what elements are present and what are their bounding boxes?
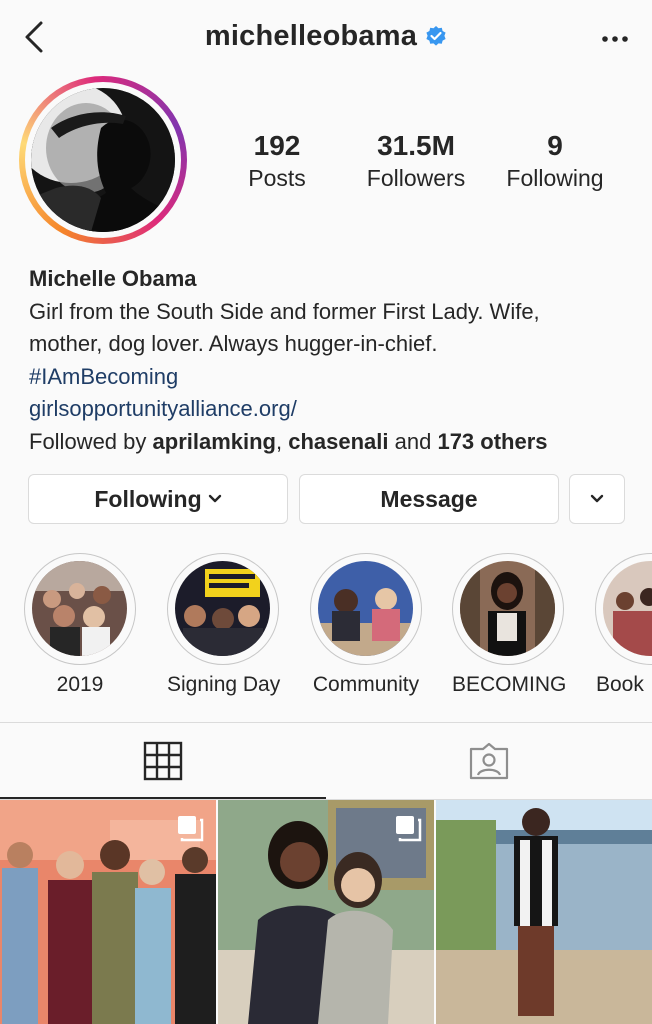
top-nav-bar: michelleobama xyxy=(0,0,652,78)
bio-website-link[interactable]: girlsopportunityalliance.org/ xyxy=(29,393,629,426)
highlight-becoming[interactable]: BECOMING xyxy=(452,553,567,697)
tab-tagged[interactable] xyxy=(326,723,652,799)
followed-by-user-1: aprilamking xyxy=(152,428,276,454)
display-name: Michelle Obama xyxy=(29,266,197,291)
followed-by-user-2: chasenali xyxy=(288,428,389,454)
posts-label: Posts xyxy=(248,165,306,191)
highlight-label: Community xyxy=(312,673,420,696)
followed-by-separator: , xyxy=(276,428,289,454)
tagged-person-icon xyxy=(469,742,509,780)
grid-icon xyxy=(143,741,183,781)
highlight-cover-book xyxy=(603,561,652,656)
highlight-cover-becoming xyxy=(460,561,555,656)
highlight-signing-day[interactable]: Signing Day xyxy=(167,553,281,697)
profile-bio: Michelle Obama Girl from the South Side … xyxy=(29,263,629,458)
followed-by-prefix: Followed by xyxy=(29,428,153,454)
highlight-ring xyxy=(310,553,422,665)
highlight-label: Book xyxy=(596,673,644,696)
posts-stat[interactable]: 192 Posts xyxy=(236,128,318,192)
highlight-label: Signing Day xyxy=(167,673,281,696)
highlight-label: BECOMING xyxy=(452,673,567,696)
more-horizontal-icon[interactable] xyxy=(600,27,630,51)
highlight-ring xyxy=(167,553,279,665)
multiple-photos-icon xyxy=(178,816,204,842)
followed-by-and: and xyxy=(388,428,438,454)
highlight-cover-community xyxy=(318,561,413,656)
posts-count: 192 xyxy=(253,130,301,161)
profile-username-header: michelleobama xyxy=(0,20,652,53)
message-button-label: Message xyxy=(380,485,478,512)
post-tile[interactable] xyxy=(0,800,216,1024)
highlight-cover-2019 xyxy=(32,561,127,656)
bio-hashtag-link[interactable]: #IAmBecoming xyxy=(29,361,629,394)
following-button-label: Following xyxy=(94,485,202,512)
profile-avatar[interactable] xyxy=(19,76,187,244)
highlight-ring xyxy=(452,553,564,665)
username: michelleobama xyxy=(204,20,418,52)
avatar-silhouette xyxy=(31,88,175,232)
highlight-community[interactable]: Community xyxy=(310,553,422,697)
message-button[interactable]: Message xyxy=(299,474,559,524)
post-tile[interactable] xyxy=(436,800,652,1024)
avatar-photo xyxy=(31,88,175,232)
followed-by-text[interactable]: Followed by aprilamking, chasenali and 1… xyxy=(29,426,629,459)
following-count: 9 xyxy=(547,130,563,161)
suggested-accounts-button[interactable] xyxy=(569,474,625,524)
post-image xyxy=(436,800,652,1024)
followed-by-others: 173 others xyxy=(437,428,548,454)
highlight-book[interactable]: Book xyxy=(595,553,652,697)
following-stat[interactable]: 9 Following xyxy=(498,128,612,192)
highlight-cover-signing-day xyxy=(175,561,270,656)
chevron-down-icon xyxy=(590,494,604,503)
following-label: Following xyxy=(506,165,604,191)
tab-grid[interactable] xyxy=(0,723,326,799)
followers-label: Followers xyxy=(366,165,466,191)
bio-text-line-2: mother, dog lover. Always hugger-in-chie… xyxy=(29,331,438,356)
followers-count: 31.5M xyxy=(377,130,455,161)
chevron-down-icon xyxy=(208,494,221,503)
multiple-photos-icon xyxy=(396,816,422,842)
highlight-ring xyxy=(595,553,652,665)
highlight-2019[interactable]: 2019 xyxy=(24,553,136,697)
verified-badge-icon xyxy=(426,26,446,46)
highlight-label: 2019 xyxy=(56,673,104,696)
highlight-ring xyxy=(24,553,136,665)
followers-stat[interactable]: 31.5M Followers xyxy=(358,128,474,192)
post-tile[interactable] xyxy=(218,800,434,1024)
following-button[interactable]: Following xyxy=(28,474,288,524)
bio-text-line-1: Girl from the South Side and former Firs… xyxy=(29,298,540,324)
